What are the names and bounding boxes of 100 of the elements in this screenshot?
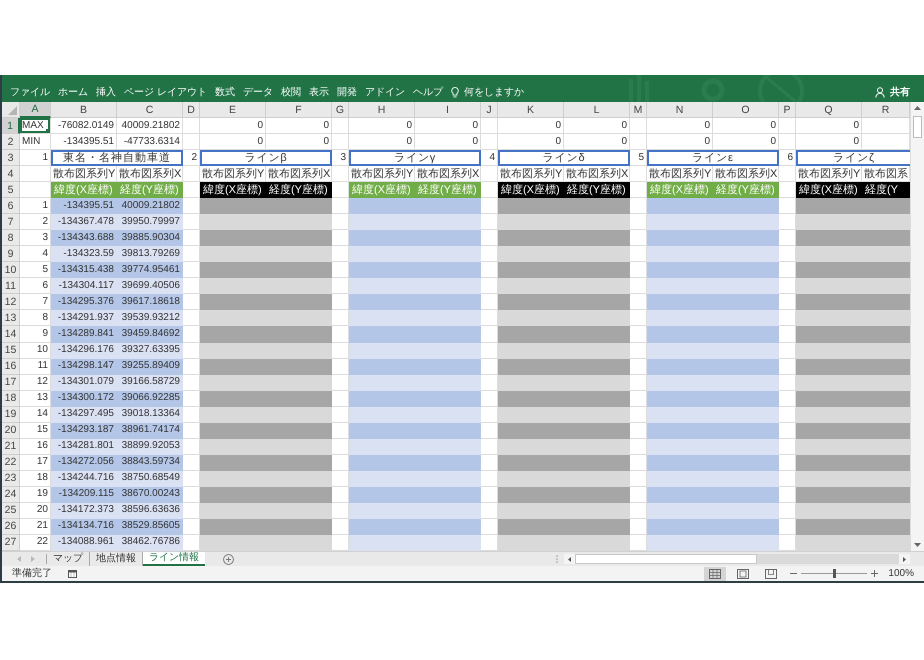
ribbon-tab[interactable]: 数式 [210, 86, 239, 99]
empty-cell [630, 118, 647, 134]
row-header[interactable]: 13 [2, 310, 20, 326]
row-header[interactable]: 5 [2, 182, 20, 198]
status-text: 準備完了 [12, 568, 52, 580]
column-heading-cell: 緯度(X座標) [498, 182, 564, 198]
row-header[interactable]: 23 [2, 470, 20, 487]
ribbon-tab[interactable]: 開発 [332, 86, 361, 99]
table-cell: -134367.478 [51, 214, 117, 230]
row-header[interactable]: 21 [2, 438, 20, 455]
caret-up-icon [914, 106, 921, 110]
column-heading-cell: 緯度(X座標) [349, 182, 415, 198]
caret-left-icon [568, 556, 571, 562]
column-header[interactable]: C [117, 102, 183, 118]
scroll-left-button[interactable] [564, 554, 575, 564]
table-cell: 39327.63395 [117, 342, 183, 359]
fill-handle[interactable] [46, 129, 50, 134]
table-cell: 39018.13364 [117, 406, 183, 423]
ribbon-tab[interactable]: ホーム [54, 86, 92, 99]
column-heading-cell: 経度(Y座標) [117, 182, 183, 198]
table-cell: 0 [564, 118, 630, 134]
row-header[interactable]: 12 [2, 294, 20, 310]
slider-thumb[interactable] [833, 569, 836, 578]
column-header[interactable]: R [862, 102, 910, 118]
table-icon [68, 570, 77, 578]
table-cell: 39699.40506 [117, 278, 183, 294]
ribbon-tab[interactable]: 校閲 [276, 86, 305, 99]
row-header[interactable]: 8 [2, 230, 20, 246]
row-header[interactable]: 2 [2, 134, 20, 150]
table-cell: -47733.6314 [117, 134, 183, 150]
column-header[interactable]: N [647, 102, 713, 118]
ribbon-tab[interactable]: 表示 [304, 86, 333, 99]
column-header[interactable]: J [481, 102, 498, 118]
column-header[interactable]: L [564, 102, 630, 118]
row-header[interactable]: 20 [2, 422, 20, 439]
column-header[interactable]: I [415, 102, 481, 118]
ribbon-tab[interactable]: 挿入 [92, 86, 120, 99]
row-header[interactable]: 18 [2, 390, 20, 407]
caret-right-icon [903, 556, 906, 562]
row-header[interactable]: 14 [2, 326, 20, 343]
row-header[interactable]: 27 [2, 534, 20, 551]
table-cell: -134296.176 [51, 342, 117, 359]
row-header[interactable]: 19 [2, 406, 20, 423]
column-header[interactable]: E [200, 102, 266, 118]
column-header[interactable]: F [266, 102, 332, 118]
column-header[interactable]: P [779, 102, 796, 118]
column-header[interactable]: D [183, 102, 200, 118]
tell-me-search[interactable]: 何をしますか [446, 86, 528, 99]
table-cell: 0 [498, 118, 564, 134]
column-header[interactable]: H [349, 102, 415, 118]
row-header[interactable]: 6 [2, 198, 20, 214]
row-header[interactable]: 25 [2, 502, 20, 519]
table-cell: 0 [266, 134, 332, 150]
table-cell: 0 [713, 118, 779, 134]
scroll-right-button[interactable] [899, 554, 910, 564]
sheet-tab[interactable]: ライン情報 [143, 552, 205, 566]
table-cell: 0 [564, 134, 630, 150]
row-header[interactable]: 3 [2, 150, 20, 166]
row-header[interactable]: 11 [2, 278, 20, 294]
row-header[interactable]: 7 [2, 214, 20, 230]
zoom-in-button[interactable] [869, 568, 880, 580]
column-header[interactable]: Q [796, 102, 862, 118]
column-heading-cell: 経度(Y座標) [415, 182, 481, 198]
ribbon-tab[interactable]: ヘルプ [408, 86, 447, 99]
column-header[interactable]: O [713, 102, 779, 118]
ribbon-tab[interactable]: ページ レイアウト [120, 86, 211, 99]
column-heading-cell: 緯度(X座標) [796, 182, 862, 198]
row-header[interactable]: 10 [2, 262, 20, 278]
triangle-icon [8, 106, 17, 115]
row-header[interactable]: 24 [2, 486, 20, 503]
normal-view-button[interactable] [704, 566, 726, 580]
share-button[interactable]: 共有 [871, 86, 914, 99]
column-header[interactable]: A [20, 102, 51, 118]
empty-cell [183, 134, 200, 150]
table-cell: 38670.00243 [117, 486, 183, 503]
column-header[interactable]: M [630, 102, 647, 118]
ribbon-tab[interactable]: アドイン [360, 86, 409, 99]
table-cell: 39066.92285 [117, 390, 183, 407]
column-header[interactable]: G [332, 102, 349, 118]
row-header[interactable]: 16 [2, 358, 20, 375]
scrollbar-thumb[interactable] [913, 116, 922, 138]
row-header[interactable]: 9 [2, 246, 20, 262]
row-header[interactable]: 15 [2, 342, 20, 359]
row-header[interactable]: 17 [2, 374, 20, 391]
row-header[interactable]: 26 [2, 518, 20, 535]
table-cell: MAX [20, 118, 51, 134]
table-cell: -134272.056 [51, 454, 117, 471]
ribbon-tab[interactable]: ファイル [6, 86, 54, 99]
table-cell: 39539.93212 [117, 310, 183, 326]
ribbon-tab[interactable]: データ [238, 86, 277, 99]
scrollbar-thumb[interactable] [575, 554, 757, 564]
row-header[interactable]: 22 [2, 454, 20, 471]
column-header[interactable]: K [498, 102, 564, 118]
table-cell: 39813.79269 [117, 246, 183, 262]
table-cell: -134293.187 [51, 422, 117, 439]
merged-title-cell: 東名・名神自動車道 [51, 150, 183, 166]
row-header[interactable]: 1 [2, 118, 20, 134]
column-header[interactable]: B [51, 102, 117, 118]
row-header[interactable]: 4 [2, 166, 20, 182]
empty-cell [332, 166, 349, 182]
